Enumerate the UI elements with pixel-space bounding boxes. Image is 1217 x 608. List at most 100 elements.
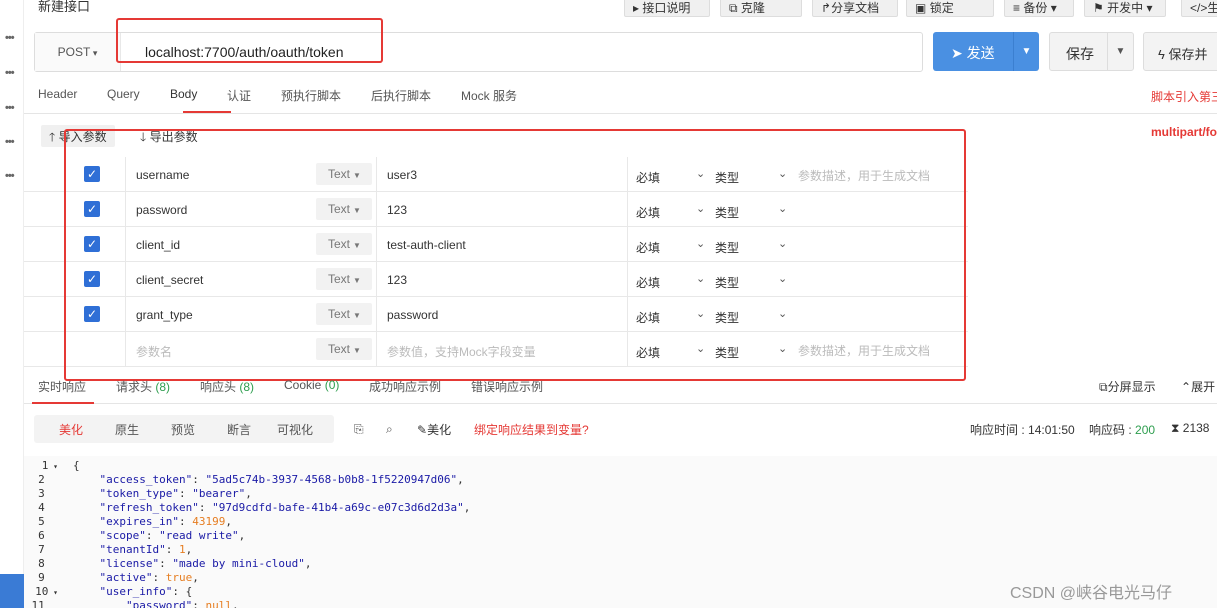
param-required-select[interactable]: 必填: [636, 344, 660, 361]
clone-button[interactable]: ⧉ 克隆: [720, 0, 802, 17]
tab-cookie[interactable]: Cookie (0): [284, 378, 339, 392]
tab-request-headers[interactable]: 请求头 (8): [116, 378, 170, 395]
chevron-down-icon[interactable]: ⌄: [778, 237, 787, 250]
tab-header[interactable]: Header: [38, 87, 77, 101]
param-kind-select[interactable]: 类型: [715, 309, 739, 326]
param-value-input[interactable]: test-auth-client: [387, 238, 466, 252]
beautify-button[interactable]: ✎美化: [417, 421, 451, 438]
tab-realtime-response[interactable]: 实时响应: [38, 378, 86, 395]
view-tab-visualize[interactable]: 可视化: [277, 421, 313, 438]
line-text: "user_info": {: [99, 585, 193, 598]
url-input[interactable]: localhost:7700/auth/oauth/token: [145, 44, 344, 60]
method-select[interactable]: POST ▾: [35, 33, 121, 71]
api-doc-button[interactable]: ▸ 接口说明: [624, 0, 710, 17]
param-type-select[interactable]: Text ▼: [316, 268, 372, 290]
param-required-select[interactable]: 必填: [636, 274, 660, 291]
chevron-down-icon[interactable]: ⌄: [696, 307, 705, 320]
copy-icon[interactable]: ⎘: [354, 422, 364, 437]
param-type-select[interactable]: Text ▼: [316, 233, 372, 255]
generate-code-button[interactable]: </>生: [1181, 0, 1217, 17]
param-kind-select[interactable]: 类型: [715, 274, 739, 291]
param-value-input[interactable]: user3: [387, 168, 417, 182]
chevron-down-icon[interactable]: ⌄: [778, 307, 787, 320]
param-name-input[interactable]: client_secret: [136, 273, 203, 287]
send-dropdown-button[interactable]: ▼: [1013, 32, 1039, 71]
tab-post-script[interactable]: 后执行脚本: [371, 87, 431, 104]
param-desc-input[interactable]: 参数描述，用于生成文档: [798, 342, 930, 359]
chevron-down-icon[interactable]: ⌄: [778, 202, 787, 215]
param-kind-select[interactable]: 类型: [715, 169, 739, 186]
chevron-down-icon[interactable]: ⌄: [696, 342, 705, 355]
chevron-down-icon[interactable]: ⌄: [778, 342, 787, 355]
chevron-down-icon[interactable]: ⌄: [696, 202, 705, 215]
more-icon[interactable]: •••: [5, 102, 15, 114]
export-params-button[interactable]: 🡓 导出参数: [140, 128, 198, 149]
view-tab-assert[interactable]: 断言: [227, 421, 251, 438]
bind-to-variable-link[interactable]: 绑定响应结果到变量?: [474, 421, 589, 438]
more-icon[interactable]: •••: [5, 136, 15, 148]
fold-icon[interactable]: ▾: [48, 462, 58, 471]
tab-body[interactable]: Body: [170, 87, 197, 101]
fold-icon[interactable]: ▾: [48, 588, 58, 597]
param-type-select[interactable]: Text ▼: [316, 338, 372, 360]
param-enabled-checkbox[interactable]: ✓: [84, 236, 100, 252]
param-kind-select[interactable]: 类型: [715, 239, 739, 256]
status-dropdown[interactable]: ⚑ 开发中 ▾: [1084, 0, 1166, 17]
param-required-select[interactable]: 必填: [636, 204, 660, 221]
param-type-select[interactable]: Text ▼: [316, 198, 372, 220]
tab-success-example[interactable]: 成功响应示例: [369, 378, 441, 395]
share-doc-button[interactable]: ↱分享文档: [812, 0, 898, 17]
param-kind-select[interactable]: 类型: [715, 344, 739, 361]
more-icon[interactable]: •••: [5, 32, 15, 44]
view-tab-pretty[interactable]: 美化: [59, 421, 83, 438]
param-enabled-checkbox[interactable]: ✓: [84, 166, 100, 182]
param-desc-input[interactable]: 参数描述，用于生成文档: [798, 167, 930, 184]
view-tab-preview[interactable]: 预览: [171, 421, 195, 438]
import-params-button[interactable]: 🡑 导入参数: [41, 125, 115, 147]
param-value-input[interactable]: 123: [387, 273, 407, 287]
param-required-select[interactable]: 必填: [636, 239, 660, 256]
split-view-button[interactable]: ⧉分屏显示: [1099, 378, 1156, 395]
lock-button[interactable]: ▣ 锁定: [906, 0, 994, 17]
view-tab-raw[interactable]: 原生: [115, 421, 139, 438]
search-icon[interactable]: ⌕: [386, 422, 393, 437]
param-name-input[interactable]: client_id: [136, 238, 180, 252]
tab-query[interactable]: Query: [107, 87, 140, 101]
more-icon[interactable]: •••: [5, 67, 15, 79]
chevron-down-icon[interactable]: ⌄: [778, 272, 787, 285]
param-required-select[interactable]: 必填: [636, 169, 660, 186]
chevron-down-icon[interactable]: ⌄: [696, 272, 705, 285]
tab-auth[interactable]: 认证: [227, 87, 251, 104]
param-name-input[interactable]: password: [136, 203, 187, 217]
param-row: ✓ client_secret Text ▼ 123 必填 ⌄ 类型 ⌄: [24, 262, 968, 297]
tab-pre-script[interactable]: 预执行脚本: [281, 87, 341, 104]
param-name-input[interactable]: 参数名: [136, 343, 172, 360]
param-enabled-checkbox[interactable]: ✓: [84, 306, 100, 322]
chevron-down-icon[interactable]: ⌄: [696, 237, 705, 250]
param-name-input[interactable]: grant_type: [136, 308, 193, 322]
param-required-select[interactable]: 必填: [636, 309, 660, 326]
param-type-select[interactable]: Text ▼: [316, 163, 372, 185]
save-button[interactable]: 保存 ▼: [1049, 32, 1134, 71]
param-name-input[interactable]: username: [136, 168, 189, 182]
param-value-input[interactable]: 123: [387, 203, 407, 217]
save-and-run-button[interactable]: ϟ 保存并: [1143, 32, 1217, 71]
param-type-select[interactable]: Text ▼: [316, 303, 372, 325]
param-value-input[interactable]: password: [387, 308, 438, 322]
tab-response-headers[interactable]: 响应头 (8): [200, 378, 254, 395]
expand-button[interactable]: ⌃展开: [1181, 378, 1215, 395]
chevron-down-icon[interactable]: ⌄: [696, 167, 705, 180]
tab-mock[interactable]: Mock 服务: [461, 87, 517, 104]
param-enabled-checkbox[interactable]: ✓: [84, 201, 100, 217]
send-button[interactable]: ➤ 发送 ▼: [933, 32, 1039, 71]
chevron-down-icon[interactable]: ⌄: [778, 167, 787, 180]
content-type-label[interactable]: multipart/fo: [1151, 125, 1217, 139]
save-dropdown-button[interactable]: ▼: [1107, 33, 1133, 70]
param-value-input[interactable]: 参数值，支持Mock字段变量: [387, 343, 536, 360]
param-enabled-checkbox[interactable]: ✓: [84, 271, 100, 287]
tab-error-example[interactable]: 错误响应示例: [471, 378, 543, 395]
script-note-link[interactable]: 脚本引入第三: [1151, 88, 1217, 105]
more-icon[interactable]: •••: [5, 170, 15, 182]
backup-button[interactable]: ≡ 备份 ▾: [1004, 0, 1074, 17]
param-kind-select[interactable]: 类型: [715, 204, 739, 221]
